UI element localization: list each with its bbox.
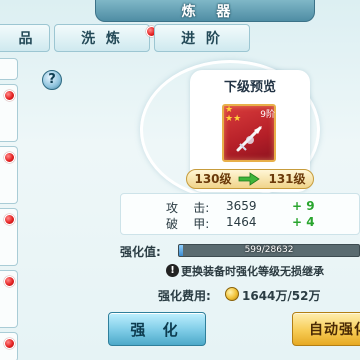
stat-value-attack: 3659	[226, 199, 257, 213]
stat-increase-armor-break: + 4	[292, 215, 315, 229]
preview-title: 下级预览	[223, 80, 276, 95]
weapon-art-icon	[236, 126, 262, 152]
current-level: 130级	[194, 172, 232, 186]
tab-advance-label: 进 阶	[181, 31, 223, 47]
next-level: 131级	[268, 172, 306, 186]
tab-refine[interactable]: 洗 炼	[54, 24, 150, 52]
strengthen-button[interactable]: 强 化	[108, 312, 206, 346]
equipment-slot-badge	[4, 338, 15, 349]
stat-label-armor-break: 破 甲:	[166, 217, 210, 231]
stat-label-attack: 攻 击:	[166, 201, 210, 215]
warning-icon: !	[166, 264, 179, 277]
cost-label: 强化费用:	[158, 289, 211, 303]
tab-pin-label: 品	[18, 31, 36, 47]
window-title: 炼 器	[181, 4, 239, 20]
tab-pin[interactable]: 品	[0, 24, 50, 52]
equipment-slot[interactable]	[0, 58, 18, 80]
equipment-slot-badge	[4, 276, 15, 287]
tab-refine-label: 洗 炼	[81, 31, 123, 47]
tab-advance[interactable]: 进 阶	[154, 24, 250, 52]
equipment-slot-badge	[4, 152, 15, 163]
help-button[interactable]: ?	[42, 70, 62, 90]
warning-text: 更换装备时强化等级无损继承	[181, 265, 324, 278]
arrow-right-icon	[238, 172, 260, 186]
stat-increase-attack: + 9	[292, 199, 315, 213]
auto-strengthen-button[interactable]: 自动强化	[292, 312, 360, 346]
gold-coin-icon	[225, 287, 239, 301]
strengthen-progress-text: 599/28632	[244, 245, 294, 255]
equipment-slot-badge	[4, 90, 15, 101]
stat-value-armor-break: 1464	[226, 215, 257, 229]
equipment-slot-badge	[4, 214, 15, 225]
strengthen-value-label: 强化值:	[120, 245, 161, 259]
item-level-badge: 9阶	[260, 110, 275, 120]
cost-value: 1644万/52万	[242, 289, 321, 303]
